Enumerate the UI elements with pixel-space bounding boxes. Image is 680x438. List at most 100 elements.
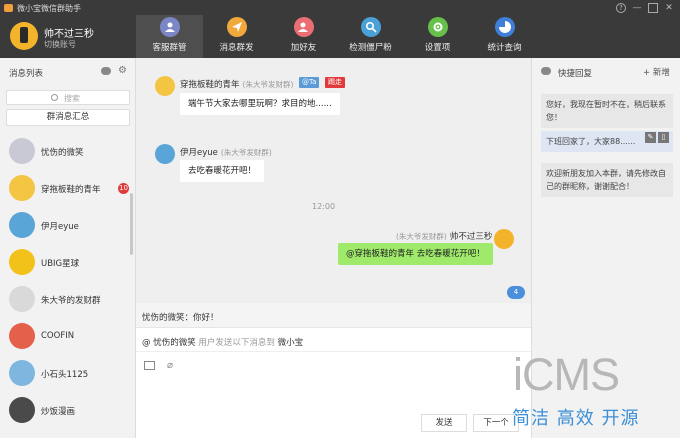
quick-reply-item[interactable]: 欢迎新朋友加入本群，请先修改自己的群昵称，谢谢配合！	[541, 163, 673, 197]
avatar	[9, 360, 35, 386]
avatar[interactable]	[155, 144, 175, 164]
conversation-item[interactable]: 伊月eyue	[0, 207, 128, 244]
avatar	[9, 249, 35, 275]
reply-tools: ✎ ▯	[645, 132, 669, 143]
search-icon	[51, 94, 58, 101]
conversation-name: UBIG星球	[41, 259, 80, 269]
send-icon	[226, 17, 247, 37]
conversation-name: 小石头1125	[41, 370, 89, 380]
nav-label: 加好友	[290, 43, 317, 53]
avatar	[9, 212, 35, 238]
users-icon	[159, 17, 180, 37]
conversation-item[interactable]: COOFIN	[0, 318, 128, 355]
minimize-icon[interactable]: —	[632, 3, 642, 13]
nav-label: 消息群发	[219, 43, 254, 53]
nav-label: 统计查询	[487, 43, 522, 53]
profile-name: 帅不过三秒	[44, 29, 94, 40]
conversation-list: 忧伤的微笑穿拖板鞋的青年 10 伊月eyue UBIG星球朱大爷的发财群 COOFIN 小…	[0, 133, 129, 429]
quick-reply-title: 快捷回复	[558, 69, 593, 79]
edit-icon[interactable]: ✎	[645, 132, 656, 143]
avatar	[10, 22, 38, 50]
message-sender: 伊月eyue (朱大爷发财群)	[180, 148, 272, 158]
send-button[interactable]: 发送	[421, 414, 467, 432]
message-sender: 穿拖板鞋的青年 (朱大爷发财群)	[180, 80, 294, 90]
unread-count-badge[interactable]: 4	[507, 286, 525, 299]
nav-add-friends[interactable]: 加好友	[270, 15, 337, 58]
window-controls: ? — ✕	[616, 3, 674, 13]
mention-line: @ 忧伤的微笑 用户发送以下消息到 微小宝	[136, 328, 531, 352]
kick-tag[interactable]: 踢走	[325, 77, 345, 88]
delete-icon[interactable]: ▯	[658, 132, 669, 143]
message-list-header: 消息列表 ⚙	[0, 58, 136, 84]
nav-statistics[interactable]: 统计查询	[471, 15, 538, 58]
attachment-icon[interactable]: ⌀	[167, 360, 177, 371]
avatar	[9, 323, 35, 349]
conversation-name: 忧伤的微笑	[41, 148, 84, 158]
nav-label: 检测僵尸粉	[349, 43, 392, 53]
mention-tag[interactable]: @Ta	[299, 77, 320, 88]
header: 微小宝微信群助手 ? — ✕ 帅不过三秒 切换账号 客服群管 消息群发 加好友 检测僵…	[0, 0, 680, 58]
gear-icon	[427, 17, 448, 37]
mention-text: @ 忧伤的微笑 用户发送以下消息到 微小宝	[142, 338, 304, 348]
image-icon[interactable]	[144, 361, 155, 370]
search-input[interactable]: 搜索	[6, 90, 130, 105]
avatar[interactable]	[155, 76, 175, 96]
nav-customer-service[interactable]: 客服群管	[136, 15, 203, 58]
group-summary-button[interactable]: 群消息汇总	[6, 109, 130, 126]
watermark-logo: iCMS	[513, 349, 620, 400]
chat-icon	[541, 67, 551, 75]
avatar	[494, 229, 514, 249]
scrollbar[interactable]	[130, 193, 133, 255]
chat-icon[interactable]	[101, 67, 111, 75]
message-input[interactable]: ⌀ 发送 下一个	[136, 352, 531, 438]
search-placeholder: 搜索	[64, 94, 80, 103]
chart-icon	[494, 17, 515, 37]
conversation-item[interactable]: 小石头1125	[0, 355, 128, 392]
conversation-item[interactable]: UBIG星球	[0, 244, 128, 281]
conversation-name: 朱大爷的发财群	[41, 296, 101, 306]
avatar	[9, 286, 35, 312]
app-logo-icon	[4, 4, 13, 12]
maximize-icon[interactable]	[648, 3, 658, 13]
watermark-slogan: 简洁 高效 开源	[512, 408, 640, 429]
conversation-item[interactable]: 忧伤的微笑	[0, 133, 128, 170]
nav-settings[interactable]: 设置项	[404, 15, 471, 58]
conversation-item[interactable]: 炒饭漫画	[0, 392, 128, 429]
search-icon	[360, 17, 381, 37]
reply-preview-text: 忧伤的微笑：你好！	[142, 313, 219, 323]
reply-preview: 忧伤的微笑：你好！	[136, 303, 531, 328]
title-bar: 微小宝微信群助手 ? — ✕	[0, 0, 680, 16]
my-message-bubble: @穿拖板鞋的青年 去吃春暖花开吧！	[338, 243, 493, 265]
conversation-item[interactable]: 朱大爷的发财群	[0, 281, 128, 318]
nav-label: 客服群管	[152, 43, 187, 53]
nav-label: 设置项	[424, 43, 451, 53]
nav-broadcast[interactable]: 消息群发	[203, 15, 270, 58]
gear-icon[interactable]: ⚙	[118, 66, 128, 76]
avatar	[9, 175, 35, 201]
nav-detect-zombie[interactable]: 检测僵尸粉	[337, 15, 404, 58]
my-message-sender: (朱大爷发财群) 帅不过三秒	[396, 232, 493, 242]
message-list-title: 消息列表	[9, 69, 44, 79]
conversation-name: 穿拖板鞋的青年	[41, 185, 101, 195]
chat-area: 穿拖板鞋的青年 (朱大爷发财群) @Ta 踢走 端午节大家去哪里玩啊？求目的地..…	[136, 58, 531, 303]
message-list-panel: 消息列表 ⚙ 搜索 群消息汇总 忧伤的微笑穿拖板鞋的青年 10 伊月eyue UBIG…	[0, 58, 136, 438]
window-title: 微小宝微信群助手	[17, 4, 81, 13]
message-bubble: 去吃春暖花开吧！	[180, 160, 265, 182]
help-icon[interactable]: ?	[616, 3, 626, 13]
switch-account-link[interactable]: 切换账号	[44, 39, 76, 50]
message-bubble: 端午节大家去哪里玩啊？求目的地......	[180, 93, 340, 115]
profile[interactable]: 帅不过三秒 切换账号	[10, 22, 130, 52]
conversation-item[interactable]: 穿拖板鞋的青年 10	[0, 170, 129, 207]
avatar	[9, 397, 35, 423]
avatar	[9, 138, 35, 164]
conversation-name: 伊月eyue	[41, 222, 79, 232]
add-user-icon	[293, 17, 314, 37]
conversation-name: COOFIN	[41, 331, 75, 341]
conversation-name: 炒饭漫画	[41, 407, 76, 417]
app-window: 微小宝微信群助手 ? — ✕ 帅不过三秒 切换账号 客服群管 消息群发 加好友 检测僵…	[0, 0, 680, 438]
quick-reply-item[interactable]: 您好，我现在暂时不在，稍后联系您！	[541, 94, 673, 128]
main-nav: 客服群管 消息群发 加好友 检测僵尸粉 设置项 统计查询	[136, 15, 538, 58]
close-icon[interactable]: ✕	[664, 3, 674, 13]
time-divider: 12:00	[312, 202, 336, 211]
add-reply-button[interactable]: + 新增	[643, 66, 670, 78]
